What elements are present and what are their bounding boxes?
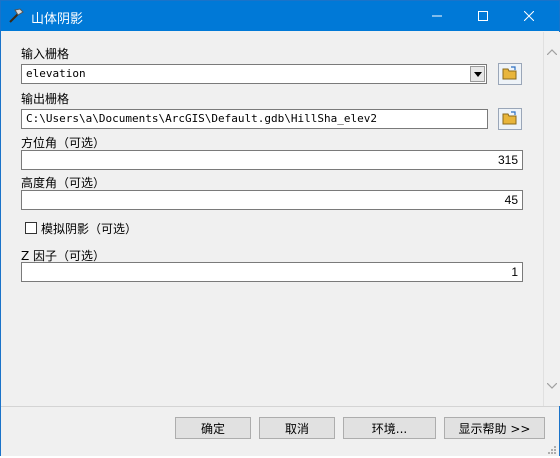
model-shadows-label: 模拟阴影（可选） (41, 222, 138, 236)
vertical-scrollbar[interactable] (543, 32, 560, 406)
resize-grip-icon[interactable] (547, 444, 557, 454)
environments-button[interactable]: 环境... (343, 417, 436, 439)
input-raster-label: 输入栅格 (21, 47, 70, 61)
altitude-label: 高度角（可选） (21, 176, 106, 190)
input-raster-select[interactable]: elevation (21, 64, 487, 84)
model-shadows-checkbox[interactable] (25, 222, 37, 234)
close-button[interactable] (506, 1, 552, 31)
folder-open-icon (502, 110, 518, 128)
cancel-button[interactable]: 取消 (259, 417, 335, 439)
output-raster-browse-button[interactable] (498, 108, 522, 130)
minimize-button[interactable] (414, 1, 460, 31)
hillshade-dialog: 山体阴影 输入栅格 elevation 输出栅格 C:\Users\a\Docu… (0, 0, 560, 456)
output-raster-field[interactable]: C:\Users\a\Documents\ArcGIS\Default.gdb\… (21, 109, 488, 129)
output-raster-label: 输出栅格 (21, 92, 70, 106)
parameters-panel: 输入栅格 elevation 输出栅格 C:\Users\a\Documents… (1, 32, 543, 406)
window-title: 山体阴影 (31, 12, 84, 27)
azimuth-field[interactable]: 315 (21, 150, 523, 170)
altitude-field[interactable]: 45 (21, 190, 523, 210)
input-raster-value: elevation (26, 67, 86, 80)
azimuth-label: 方位角（可选） (21, 136, 106, 150)
input-raster-browse-button[interactable] (498, 63, 522, 85)
title-bar: 山体阴影 (1, 1, 559, 31)
scroll-down-icon[interactable] (546, 378, 558, 389)
chevron-down-icon[interactable] (470, 66, 485, 82)
scroll-up-icon[interactable] (546, 44, 558, 56)
z-factor-field[interactable]: 1 (21, 262, 523, 282)
maximize-button[interactable] (460, 1, 506, 31)
dialog-footer: 确定 取消 环境... 显示帮助 >> (1, 406, 559, 456)
folder-open-icon (502, 65, 518, 83)
hammer-icon (7, 7, 25, 25)
show-help-button[interactable]: 显示帮助 >> (444, 417, 545, 439)
ok-button[interactable]: 确定 (175, 417, 251, 439)
